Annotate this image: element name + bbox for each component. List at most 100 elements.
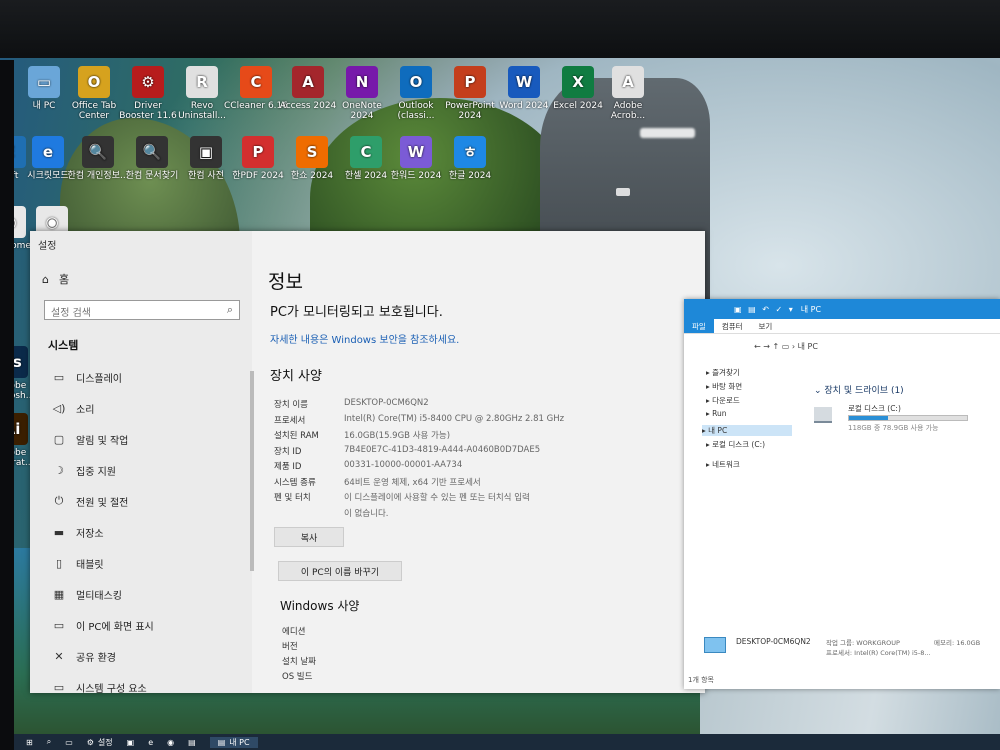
spec-row: 프로세서 Intel(R) Core(TM) i5-8400 CPU @ 2.80… (274, 414, 564, 426)
settings-window: 설정 ⌂ 홈 ⌕ 시스템 ▭ 디스플레이 ◁) 소리 ▢ 알림 및 작업 ☽ 집중 지원 ⏻ 전원… (30, 231, 705, 695)
spec-row: 제품 ID 00331-10000-00001-AA734 (274, 460, 462, 472)
app-icon: P (242, 136, 274, 168)
nav-item[interactable]: ▬ 저장소 (52, 520, 104, 544)
explorer-nav-item[interactable]: ▸ 다운로드 (706, 395, 740, 406)
explorer-nav-item[interactable]: ▸ Run (706, 409, 727, 418)
search-icon[interactable]: ⌕ (47, 737, 51, 747)
quick-access-toolbar[interactable]: ▣ ▤ ↶ ✓ ▾ (734, 305, 795, 314)
nav-icon: ▦ (53, 587, 65, 601)
address-bar[interactable]: ← → ↑ ▭ › 내 PC (754, 341, 818, 352)
desktop-icon[interactable]: A Adobe Acrob... (596, 66, 660, 121)
group-header[interactable]: ⌄ 장치 및 드라이브 (1) (814, 383, 904, 396)
tab-view[interactable]: 보기 (751, 319, 781, 333)
nav-label: 멀티태스킹 (76, 590, 122, 602)
drive-usage-fill (849, 416, 888, 420)
nav-item[interactable]: ▭ 이 PC에 화면 표시 (52, 613, 154, 637)
page-title: 정보 (268, 271, 303, 293)
nav-item[interactable]: ⏻ 전원 및 절전 (52, 489, 129, 513)
nav-item[interactable]: ◁) 소리 (52, 396, 95, 420)
nav-item[interactable]: ▯ 태블릿 (52, 551, 104, 575)
app-icon: 🔍 (136, 136, 168, 168)
nav-icon: ▯ (55, 556, 63, 570)
app-icon: C (350, 136, 382, 168)
settings-search-box[interactable]: ⌕ (44, 300, 240, 323)
app-icon: W (400, 136, 432, 168)
spec-value: 이 없습니다. (344, 508, 389, 519)
nav-label: 전원 및 절전 (76, 497, 129, 509)
rename-pc-button[interactable]: 이 PC의 이름 바꾸기 (278, 561, 402, 581)
explorer-title: 내 PC (800, 304, 822, 314)
monitor-bezel-left (0, 60, 14, 750)
file-explorer-window: ▣ ▤ ↶ ✓ ▾ 내 PC 파일 컴퓨터 보기 ← → ↑ ▭ › 내 PC … (684, 299, 1000, 689)
spec-key (274, 507, 344, 519)
nav-icon: ▭ (53, 680, 65, 694)
memory: 메모리: 16.0GB (934, 639, 981, 647)
spec-row: 시스템 종류 64비트 운영 체제, x64 기반 프로세서 (274, 476, 481, 488)
store-icon[interactable]: ▣ (127, 738, 135, 747)
app-icon: C (240, 66, 272, 98)
copy-button[interactable]: 복사 (274, 527, 344, 547)
win-spec-key: 버전 (282, 642, 298, 652)
app-icon: R (186, 66, 218, 98)
explorer-nav-item[interactable]: ▸ 내 PC (702, 425, 792, 436)
scrollbar[interactable] (250, 371, 254, 571)
desktop-icon-label: Adobe Acrob... (610, 101, 646, 121)
task-view-icon[interactable]: ▭ (65, 738, 73, 747)
desktop-icon-label: 한글 2024 (448, 171, 492, 181)
spec-value: DESKTOP-0CM6QN2 (344, 398, 429, 408)
nav-item[interactable]: ▭ 시스템 구성 요소 (52, 675, 147, 699)
win-spec-key: 에디션 (282, 627, 306, 637)
spec-key: 시스템 종류 (274, 477, 316, 488)
nav-icon: ▭ (53, 618, 65, 632)
start-icon[interactable]: ⊞ (26, 738, 33, 747)
explorer-nav-item[interactable]: ▸ 로컬 디스크 (C:) (706, 439, 765, 450)
spec-row: 설치된 RAM 16.0GB(15.9GB 사용 가능) (274, 429, 450, 441)
app-icon: A (292, 66, 324, 98)
nav-item[interactable]: ▢ 알림 및 작업 (52, 427, 129, 451)
explorer-nav-item[interactable]: ▸ 바탕 화면 (706, 381, 742, 392)
spec-key: 설치된 RAM (274, 431, 319, 441)
spec-value: 64비트 운영 체제, x64 기반 프로세서 (344, 477, 481, 488)
desktop-icon[interactable]: ㅎ 한글 2024 (438, 136, 502, 181)
app-icon: X (562, 66, 594, 98)
drive-name: 로컬 디스크 (C:) (848, 404, 901, 413)
taskbar-explorer[interactable]: ▤ 내 PC (209, 736, 258, 748)
spec-value: 7B4E0E7C-41D3-4819-A444-A0460B0D7DAE5 (344, 444, 541, 455)
settings-content: 정보 PC가 모니터링되고 보호됩니다. 자세한 내용은 Windows 보안을… (266, 231, 705, 693)
folder-icon[interactable]: ▤ (188, 738, 196, 747)
security-link[interactable]: 자세한 내용은 Windows 보안을 참조하세요. (270, 331, 459, 346)
explorer-nav-item[interactable]: ▸ 네트워크 (706, 459, 740, 470)
nav-icon: ⏻ (54, 494, 64, 507)
app-icon: W (508, 66, 540, 98)
gear-icon: ⚙ (86, 737, 94, 747)
app-icon: 🔍 (82, 136, 114, 168)
nav-icon: ✕ (54, 649, 64, 663)
tab-file[interactable]: 파일 (684, 319, 714, 333)
ribbon-tabs: 파일 컴퓨터 보기 (684, 319, 1000, 334)
nav-icon: ☽ (54, 463, 64, 477)
spec-value: 이 디스플레이에 사용할 수 있는 펜 또는 터치식 입력 (344, 493, 530, 503)
explorer-nav-item[interactable]: ▸ 즐겨찾기 (706, 367, 740, 378)
search-input[interactable] (45, 304, 222, 323)
nav-label: 집중 지원 (76, 466, 116, 478)
nav-item[interactable]: ☽ 집중 지원 (52, 458, 116, 482)
nav-item[interactable]: ▭ 디스플레이 (52, 365, 122, 389)
spec-value: 00331-10000-00001-AA734 (344, 460, 463, 470)
win-spec-key: OS 빌드 (282, 672, 313, 682)
nav-item[interactable]: ✕ 공유 환경 (52, 644, 116, 668)
edge-icon[interactable]: e (148, 738, 153, 747)
address-text: 내 PC (797, 342, 818, 351)
spec-row: 펜 및 터치 이 디스플레이에 사용할 수 있는 펜 또는 터치식 입력 (274, 491, 530, 503)
taskbar-settings-label: 설정 (97, 737, 113, 747)
home-link[interactable]: ⌂ 홈 (42, 271, 69, 287)
nav-item[interactable]: ▦ 멀티태스킹 (52, 582, 122, 606)
search-icon[interactable]: ⌕ (227, 303, 233, 317)
chrome-icon[interactable]: ◉ (167, 738, 174, 747)
taskbar-settings[interactable]: ⚙ 설정 (87, 737, 113, 748)
app-icon: S (296, 136, 328, 168)
spec-key: 펜 및 터치 (274, 493, 311, 503)
app-icon: A (612, 66, 644, 98)
nav-label: 디스플레이 (76, 373, 122, 385)
tab-computer[interactable]: 컴퓨터 (714, 319, 751, 333)
screen-glare (640, 128, 695, 138)
